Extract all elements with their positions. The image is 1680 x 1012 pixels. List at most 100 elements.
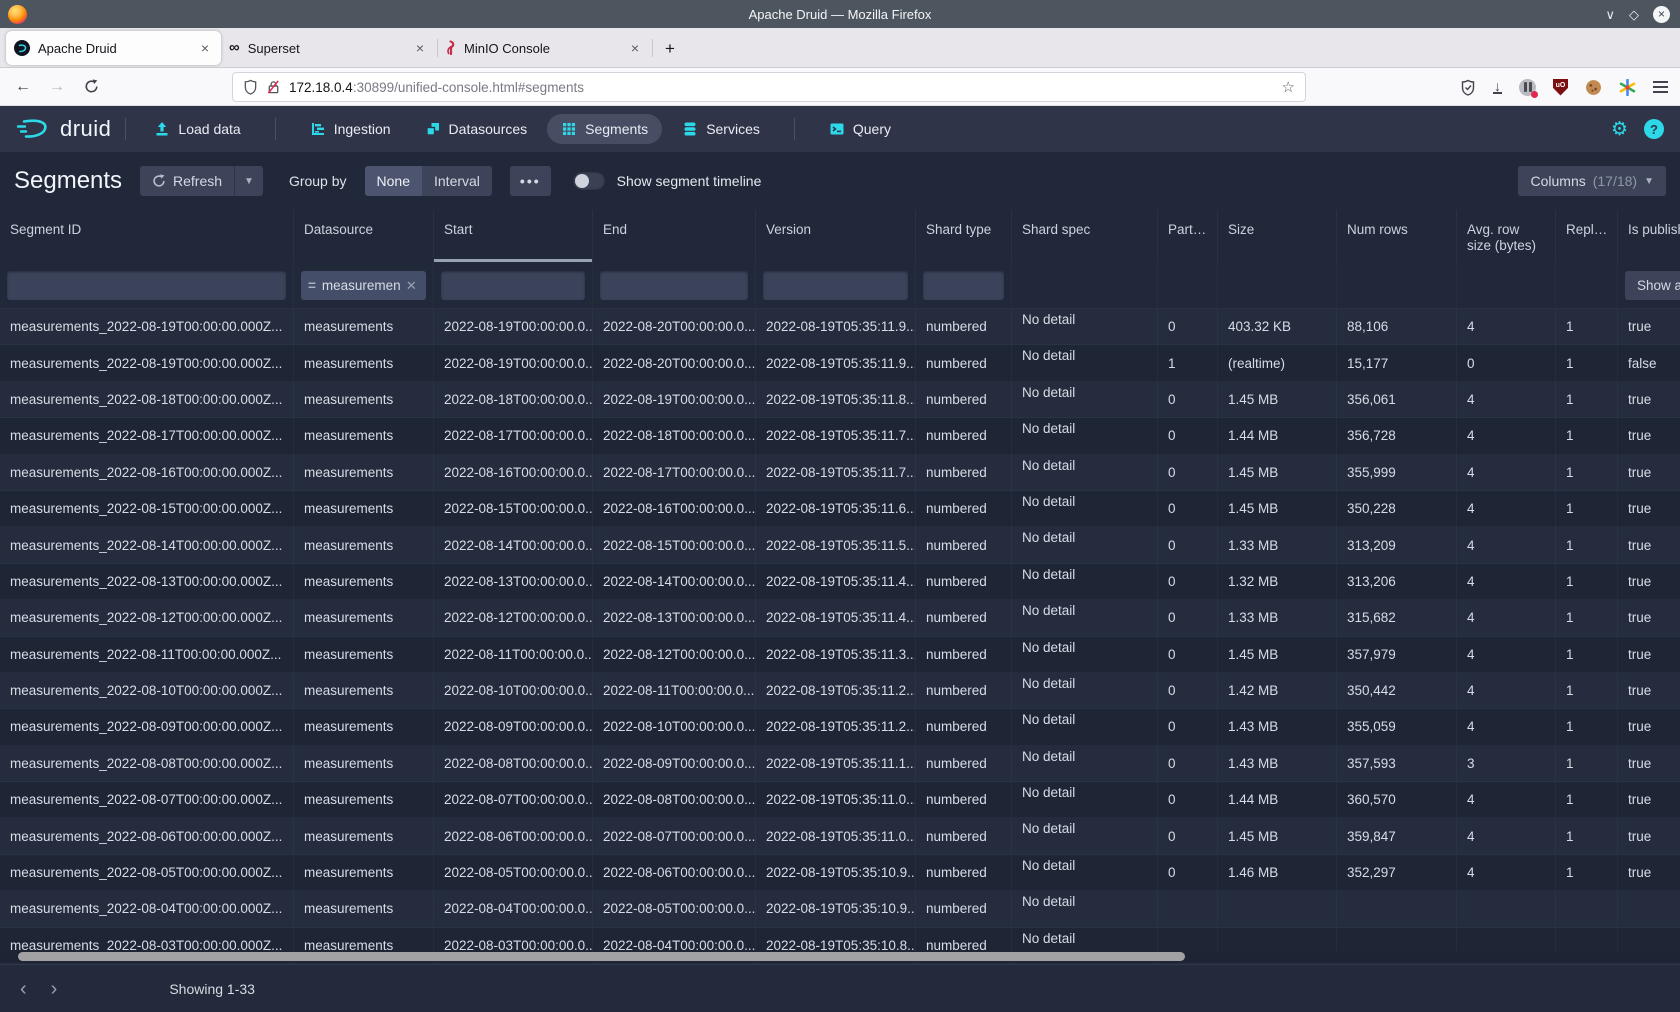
druid-logo[interactable]: druid	[16, 116, 111, 142]
column-header-size[interactable]: Size	[1218, 210, 1337, 262]
segment-timeline-toggle[interactable]	[573, 172, 605, 190]
group-by-none-button[interactable]: None	[365, 166, 422, 196]
filter-input-start[interactable]	[441, 271, 585, 300]
cell-segment-id[interactable]: measurements_2022-08-14T00:00:00.000Z...	[0, 527, 294, 562]
column-header-datasource[interactable]: Datasource	[294, 210, 434, 262]
nav-item-services[interactable]: Services	[668, 114, 774, 144]
browser-tab-apache-druid[interactable]: Apache Druid×	[6, 31, 221, 65]
reload-icon[interactable]	[74, 79, 108, 94]
table-row[interactable]: measurements_2022-08-12T00:00:00.000Z...…	[0, 600, 1680, 636]
multicolor-asterisk-extension-icon[interactable]	[1619, 79, 1636, 96]
table-row[interactable]: measurements_2022-08-18T00:00:00.000Z...…	[0, 382, 1680, 418]
insecure-lock-icon[interactable]	[266, 79, 281, 95]
table-row[interactable]: measurements_2022-08-05T00:00:00.000Z...…	[0, 855, 1680, 891]
cell-segment-id[interactable]: measurements_2022-08-04T00:00:00.000Z...	[0, 891, 294, 926]
container-extension-icon[interactable]	[1519, 79, 1536, 96]
bookmark-star-icon[interactable]: ☆	[1282, 78, 1295, 96]
column-header-avg-row-size-bytes[interactable]: Avg. row size (bytes)	[1457, 210, 1556, 262]
ublock-extension-icon[interactable]: uO	[1553, 79, 1568, 96]
table-row[interactable]: measurements_2022-08-17T00:00:00.000Z...…	[0, 418, 1680, 454]
tab-close-icon[interactable]: ×	[627, 40, 643, 56]
protections-shield-icon[interactable]	[1460, 79, 1476, 96]
menu-hamburger-icon[interactable]	[1653, 81, 1668, 93]
table-row[interactable]: measurements_2022-08-08T00:00:00.000Z...…	[0, 746, 1680, 782]
filter-input-shard-type[interactable]	[923, 271, 1004, 300]
table-row[interactable]: measurements_2022-08-13T00:00:00.000Z...…	[0, 564, 1680, 600]
group-by-interval-button[interactable]: Interval	[422, 166, 492, 196]
cookie-extension-icon[interactable]	[1585, 79, 1602, 96]
table-row[interactable]: measurements_2022-08-19T00:00:00.000Z...…	[0, 345, 1680, 381]
cell-segment-id[interactable]: measurements_2022-08-15T00:00:00.000Z...	[0, 491, 294, 526]
column-header-start[interactable]: Start	[434, 210, 593, 262]
column-header-num-rows[interactable]: Num rows	[1337, 210, 1457, 262]
is-published-filter-button[interactable]: Show all	[1625, 271, 1680, 300]
tab-close-icon[interactable]: ×	[412, 40, 428, 56]
cell-segment-id[interactable]: measurements_2022-08-06T00:00:00.000Z...	[0, 818, 294, 853]
cell-segment-id[interactable]: measurements_2022-08-10T00:00:00.000Z...	[0, 673, 294, 708]
cell-segment-id[interactable]: measurements_2022-08-18T00:00:00.000Z...	[0, 382, 294, 417]
cell-segment-id[interactable]: measurements_2022-08-19T00:00:00.000Z...	[0, 345, 294, 380]
tracking-protection-shield-icon[interactable]	[243, 79, 258, 95]
table-row[interactable]: measurements_2022-08-14T00:00:00.000Z...…	[0, 527, 1680, 563]
more-options-button[interactable]: •••	[510, 166, 551, 196]
nav-item-query[interactable]: Query	[815, 114, 905, 144]
browser-toolbar: ← → 172.18.0.4:30899/unified-console.htm…	[0, 68, 1680, 106]
columns-button[interactable]: Columns (17/18) ▼	[1518, 166, 1666, 196]
window-maximize-icon[interactable]: ◇	[1629, 8, 1639, 21]
table-row[interactable]: measurements_2022-08-11T00:00:00.000Z...…	[0, 637, 1680, 673]
cell-segment-id[interactable]: measurements_2022-08-12T00:00:00.000Z...	[0, 600, 294, 635]
table-row[interactable]: measurements_2022-08-09T00:00:00.000Z...…	[0, 709, 1680, 745]
column-header-replication[interactable]: Replication	[1556, 210, 1618, 262]
filter-chip-remove-icon[interactable]: ✕	[406, 278, 417, 294]
window-minimize-icon[interactable]: ∨	[1605, 8, 1615, 21]
downloads-icon[interactable]: ↓	[1493, 81, 1502, 94]
nav-item-load-data[interactable]: Load data	[140, 114, 254, 144]
tab-close-icon[interactable]: ×	[197, 40, 213, 56]
table-row[interactable]: measurements_2022-08-04T00:00:00.000Z...…	[0, 891, 1680, 927]
table-row[interactable]: measurements_2022-08-07T00:00:00.000Z...…	[0, 782, 1680, 818]
url-bar[interactable]: 172.18.0.4:30899/unified-console.html#se…	[232, 72, 1306, 102]
nav-item-ingestion[interactable]: Ingestion	[296, 114, 405, 144]
table-row[interactable]: measurements_2022-08-10T00:00:00.000Z...…	[0, 673, 1680, 709]
column-header-end[interactable]: End	[593, 210, 756, 262]
column-header-shard-spec[interactable]: Shard spec	[1012, 210, 1158, 262]
filter-input-end[interactable]	[600, 271, 748, 300]
back-icon[interactable]: ←	[6, 78, 40, 96]
column-header-version[interactable]: Version	[756, 210, 916, 262]
filter-input-segment-id[interactable]	[7, 271, 286, 300]
nav-item-segments[interactable]: Segments	[547, 114, 662, 144]
browser-tab-minio-console[interactable]: MinIO Console×	[436, 31, 651, 65]
nav-item-datasources[interactable]: Datasources	[411, 114, 542, 144]
column-header-partition[interactable]: Partition	[1158, 210, 1218, 262]
refresh-button[interactable]: Refresh	[140, 166, 234, 196]
browser-tab-superset[interactable]: ∞Superset×	[221, 31, 436, 65]
table-row[interactable]: measurements_2022-08-16T00:00:00.000Z...…	[0, 455, 1680, 491]
table-row[interactable]: measurements_2022-08-15T00:00:00.000Z...…	[0, 491, 1680, 527]
next-page-icon[interactable]: ›	[39, 979, 70, 999]
refresh-dropdown-button[interactable]: ▼	[234, 166, 263, 196]
cell-segment-id[interactable]: measurements_2022-08-13T00:00:00.000Z...	[0, 564, 294, 599]
forward-icon[interactable]: →	[40, 78, 74, 96]
column-header-is-published[interactable]: Is published	[1618, 210, 1680, 262]
cell-segment-id[interactable]: measurements_2022-08-08T00:00:00.000Z...	[0, 746, 294, 781]
window-close-icon[interactable]: ×	[1653, 6, 1670, 23]
table-row[interactable]: measurements_2022-08-06T00:00:00.000Z...…	[0, 818, 1680, 854]
new-tab-button[interactable]: +	[665, 39, 675, 59]
filter-input-version[interactable]	[763, 271, 908, 300]
cell-segment-id[interactable]: measurements_2022-08-16T00:00:00.000Z...	[0, 455, 294, 490]
column-header-segment-id[interactable]: Segment ID	[0, 210, 294, 262]
column-header-shard-type[interactable]: Shard type	[916, 210, 1012, 262]
help-icon[interactable]: ?	[1644, 119, 1664, 139]
prev-page-icon[interactable]: ‹	[8, 979, 39, 999]
table-row[interactable]: measurements_2022-08-19T00:00:00.000Z...…	[0, 309, 1680, 345]
cell-segment-id[interactable]: measurements_2022-08-05T00:00:00.000Z...	[0, 855, 294, 890]
cell-segment-id[interactable]: measurements_2022-08-07T00:00:00.000Z...	[0, 782, 294, 817]
horizontal-scrollbar-thumb[interactable]	[18, 952, 1185, 961]
horizontal-scrollbar[interactable]	[0, 951, 1680, 962]
cell-segment-id[interactable]: measurements_2022-08-17T00:00:00.000Z...	[0, 418, 294, 453]
datasource-filter-chip[interactable]: =measurements✕	[301, 271, 426, 300]
cell-segment-id[interactable]: measurements_2022-08-11T00:00:00.000Z...	[0, 637, 294, 672]
cell-segment-id[interactable]: measurements_2022-08-19T00:00:00.000Z...	[0, 309, 294, 344]
gear-icon[interactable]: ⚙	[1611, 118, 1628, 141]
cell-segment-id[interactable]: measurements_2022-08-09T00:00:00.000Z...	[0, 709, 294, 744]
